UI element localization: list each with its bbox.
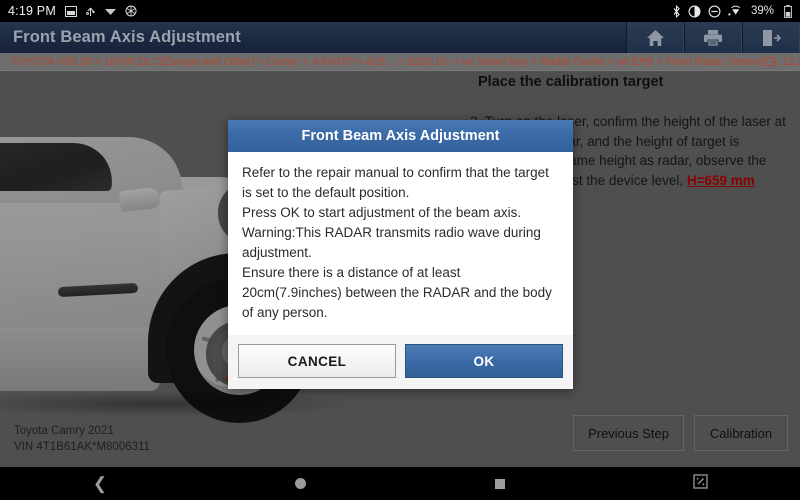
home-button[interactable] (626, 22, 684, 53)
wifi-icon (728, 5, 743, 17)
breadcrumb: TOYOTA V50.30 > 16PIN DLC(Europe and Oth… (0, 53, 800, 71)
main-content: Place the calibration target 2. Turn on … (0, 71, 800, 467)
nav-screenshot-button[interactable] (600, 473, 800, 494)
battery-status-icon (784, 4, 792, 18)
cancel-button[interactable]: CANCEL (238, 344, 396, 378)
confirmation-dialog: Front Beam Axis Adjustment Refer to the … (228, 120, 573, 389)
status-right-icons: 39% (672, 4, 792, 18)
dialog-title: Front Beam Axis Adjustment (228, 120, 573, 152)
nav-back-button[interactable]: ❮ (0, 474, 200, 494)
breadcrumb-separator: > (257, 55, 265, 68)
ok-button[interactable]: OK (405, 344, 563, 378)
breadcrumb-item[interactable]: 2020.10- (406, 56, 449, 68)
android-status-bar: 4:19 PM 39% (0, 0, 800, 22)
breadcrumb-separator: > (452, 55, 460, 68)
breadcrumb-separator: > (302, 55, 309, 68)
breadcrumb-separator: > (530, 55, 538, 68)
battery-icon (762, 56, 777, 67)
brightness-icon (688, 5, 701, 18)
printer-icon (703, 29, 723, 47)
screenshot-icon (64, 5, 77, 17)
breadcrumb-separator: > (94, 55, 102, 68)
square-icon (495, 478, 505, 489)
circle-icon (294, 478, 306, 489)
dialog-message: Refer to the repair manual to confirm th… (228, 152, 573, 335)
breadcrumb-item[interactable]: Radar Cruise (540, 56, 605, 68)
screenshot-icon (692, 473, 708, 494)
do-not-disturb-icon (708, 5, 721, 18)
breadcrumb-item[interactable]: AXVA70 (312, 56, 353, 68)
exit-button[interactable] (742, 22, 800, 53)
vpn-icon (104, 6, 117, 17)
home-icon (646, 29, 665, 47)
chevron-left-icon: ❮ (92, 473, 108, 493)
tablet-screen: 4:19 PM 39% Front Beam Axis Adjustment T… (0, 0, 800, 500)
breadcrumb-separator: > (608, 55, 615, 68)
exit-icon (761, 29, 781, 47)
android-nav-bar: ❮ (0, 467, 800, 500)
snowflake-icon (125, 5, 137, 17)
breadcrumb-item[interactable]: w/ EPB (617, 56, 653, 68)
breadcrumb-separator: > (355, 55, 363, 68)
status-clock: 4:19 PM (8, 4, 56, 18)
nav-recents-button[interactable] (400, 478, 600, 489)
status-left-icons (64, 5, 137, 17)
breadcrumb-separator: > (397, 55, 404, 68)
app-title-bar: Front Beam Axis Adjustment (0, 22, 800, 53)
breadcrumb-item[interactable]: w/ Smart Key (462, 56, 527, 68)
breadcrumb-item[interactable]: Camry (267, 56, 299, 68)
nav-home-button[interactable] (200, 478, 400, 489)
titlebar-buttons (626, 22, 800, 53)
bluetooth-icon (672, 4, 681, 18)
usb-icon (85, 5, 96, 17)
print-button[interactable] (684, 22, 742, 53)
voltage-label: 12.21V (781, 55, 800, 68)
voltage-indicator: 12.21V (762, 55, 800, 68)
breadcrumb-item[interactable]: 16PIN DLC(Europe and Other) (104, 56, 254, 68)
breadcrumb-item[interactable]: TOYOTA V50.30 (10, 56, 92, 68)
breadcrumb-separator: > (656, 55, 663, 68)
page-title: Front Beam Axis Adjustment (13, 28, 241, 46)
breadcrumb-item[interactable]: Front Radar Sensor (666, 56, 763, 68)
battery-percent-label: 39% (750, 5, 774, 17)
dialog-footer: CANCEL OK (228, 335, 573, 389)
breadcrumb-item[interactable]: A25... (365, 56, 394, 68)
